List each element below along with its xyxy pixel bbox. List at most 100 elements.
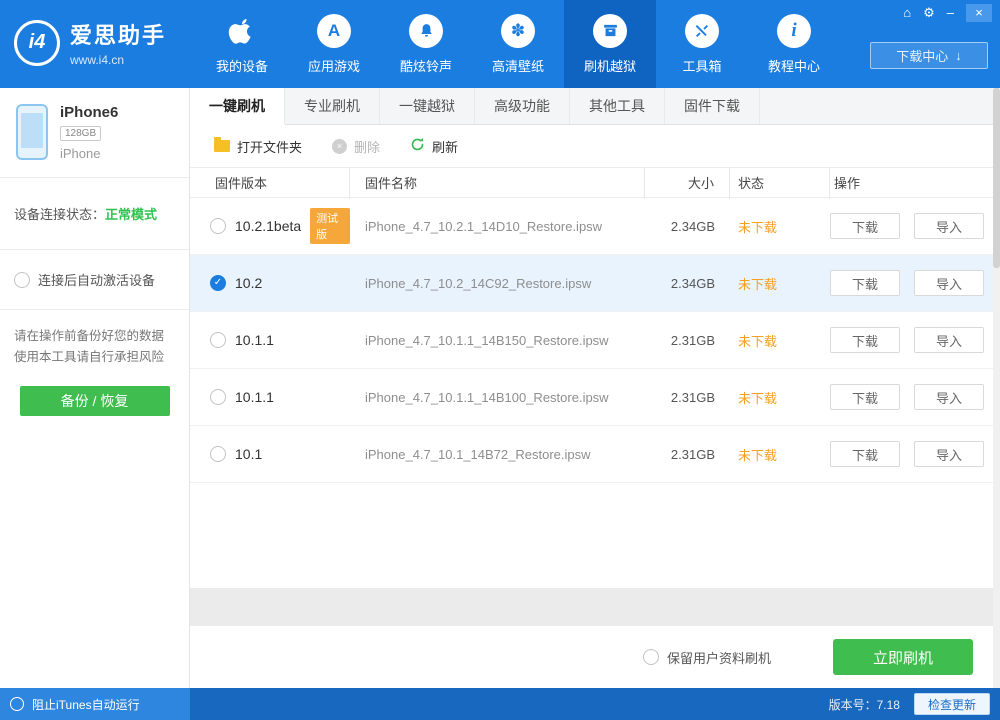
firmware-status: 未下载 [730, 274, 830, 293]
gear-icon[interactable]: ⚙ [923, 4, 935, 22]
firmware-radio[interactable] [210, 389, 226, 405]
backup-restore-button[interactable]: 备份 / 恢复 [20, 386, 170, 416]
nav-label: 应用游戏 [308, 56, 360, 75]
connection-status-section: 设备连接状态：正常模式 [0, 178, 189, 250]
firmware-version: 10.2 [235, 275, 262, 291]
window-controls: ⌂ ⚙ – × [903, 4, 992, 22]
connection-status-label: 设备连接状态： [14, 207, 105, 222]
import-button[interactable]: 导入 [914, 270, 984, 296]
firmware-version: 10.1.1 [235, 389, 274, 405]
delete-icon: × [332, 139, 347, 154]
firmware-version: 10.1 [235, 446, 262, 462]
nav-label: 我的设备 [216, 56, 268, 75]
device-name: iPhone6 [60, 104, 118, 121]
tab-bar: 一键刷机 专业刷机 一键越狱 高级功能 其他工具 固件下载 [190, 88, 1000, 125]
nav-apps-games[interactable]: A 应用游戏 [288, 0, 380, 88]
tab-one-click-flash[interactable]: 一键刷机 [190, 88, 285, 125]
backup-warning: 请在操作前备份好您的数据 使用本工具请自行承担风险 [0, 310, 189, 378]
delete-label: 删除 [354, 137, 380, 156]
col-firmware-version: 固件版本 [190, 168, 350, 199]
import-button[interactable]: 导入 [914, 213, 984, 239]
keep-user-data-option: 保留用户资料刷机 [643, 648, 771, 667]
block-itunes-option: 阻止iTunes自动运行 [0, 688, 190, 720]
warning-line-2: 使用本工具请自行承担风险 [14, 347, 175, 368]
table-row: 10.2.1beta 测试版 iPhone_4.7_10.2.1_14D10_R… [190, 198, 1000, 255]
download-button[interactable]: 下载 [830, 327, 900, 353]
tab-pro-flash[interactable]: 专业刷机 [285, 88, 380, 124]
download-button[interactable]: 下载 [830, 270, 900, 296]
device-info: iPhone6 128GB iPhone [0, 88, 189, 178]
flash-action-bar: 保留用户资料刷机 立即刷机 [190, 626, 1000, 688]
status-bar-right: 版本号：7.18 检查更新 [190, 688, 1000, 720]
open-folder-button[interactable]: 打开文件夹 [214, 137, 302, 156]
firmware-radio-checked[interactable]: ✓ [210, 275, 226, 291]
appstore-icon: A [317, 14, 351, 48]
firmware-status: 未下载 [730, 331, 830, 350]
toolbar: 打开文件夹 × 删除 刷新 [190, 125, 1000, 167]
firmware-name: iPhone_4.7_10.2.1_14D10_Restore.ipsw [350, 219, 645, 234]
nav-flash-jailbreak[interactable]: 刷机越狱 [564, 0, 656, 88]
nav-tutorials[interactable]: i 教程中心 [748, 0, 840, 88]
device-capacity-badge: 128GB [60, 126, 101, 141]
table-empty-area [190, 483, 1000, 588]
folder-icon [214, 140, 230, 152]
close-icon[interactable]: × [966, 4, 992, 22]
download-center-label: 下载中心 [896, 46, 948, 65]
firmware-name: iPhone_4.7_10.1.1_14B100_Restore.ipsw [350, 390, 645, 405]
tab-firmware-download[interactable]: 固件下载 [665, 88, 760, 124]
import-button[interactable]: 导入 [914, 384, 984, 410]
nav-toolbox[interactable]: 工具箱 [656, 0, 748, 88]
firmware-name: iPhone_4.7_10.1_14B72_Restore.ipsw [350, 447, 645, 462]
download-button[interactable]: 下载 [830, 441, 900, 467]
delete-button[interactable]: × 删除 [332, 137, 380, 156]
header: i4 爱思助手 www.i4.cn 我的设备 A 应用游戏 酷炫铃声 [0, 0, 1000, 88]
download-center-button[interactable]: 下载中心 ↓ [870, 42, 988, 69]
tools-icon [685, 14, 719, 48]
table-row: 10.1 iPhone_4.7_10.1_14B72_Restore.ipsw … [190, 426, 1000, 483]
nav-label: 工具箱 [682, 56, 721, 75]
tab-other-tools[interactable]: 其他工具 [570, 88, 665, 124]
iphone-icon [16, 104, 48, 160]
home-icon[interactable]: ⌂ [903, 4, 911, 22]
tab-one-click-jailbreak[interactable]: 一键越狱 [380, 88, 475, 124]
nav-ringtones[interactable]: 酷炫铃声 [380, 0, 472, 88]
scrollbar-thumb[interactable] [993, 88, 1000, 268]
refresh-button[interactable]: 刷新 [410, 137, 458, 156]
nav-my-devices[interactable]: 我的设备 [196, 0, 288, 88]
table-row: 10.1.1 iPhone_4.7_10.1.1_14B150_Restore.… [190, 312, 1000, 369]
separator-band [190, 588, 1000, 626]
flower-icon: ✽ [501, 14, 535, 48]
firmware-radio[interactable] [210, 332, 226, 348]
firmware-size: 2.31GB [645, 447, 730, 462]
firmware-size: 2.34GB [645, 219, 730, 234]
main-nav: 我的设备 A 应用游戏 酷炫铃声 ✽ 高清壁纸 刷机越狱 [196, 0, 840, 88]
col-operation: 操作 [830, 168, 1000, 199]
open-folder-label: 打开文件夹 [237, 137, 302, 156]
firmware-size: 2.31GB [645, 333, 730, 348]
firmware-name: iPhone_4.7_10.1.1_14B150_Restore.ipsw [350, 333, 645, 348]
flash-now-button[interactable]: 立即刷机 [833, 639, 973, 675]
tab-advanced-features[interactable]: 高级功能 [475, 88, 570, 124]
table-row-selected: ✓ 10.2 iPhone_4.7_10.2_14C92_Restore.ips… [190, 255, 1000, 312]
minimize-icon[interactable]: – [947, 4, 954, 22]
vertical-scrollbar[interactable] [993, 88, 1000, 688]
firmware-radio[interactable] [210, 218, 226, 234]
download-button[interactable]: 下载 [830, 213, 900, 239]
app-url: www.i4.cn [70, 53, 166, 67]
box-icon [593, 14, 627, 48]
keep-user-data-radio[interactable] [643, 649, 659, 665]
check-update-button[interactable]: 检查更新 [914, 693, 990, 715]
firmware-radio[interactable] [210, 446, 226, 462]
import-button[interactable]: 导入 [914, 441, 984, 467]
col-size: 大小 [645, 168, 730, 199]
download-button[interactable]: 下载 [830, 384, 900, 410]
auto-activate-row: 连接后自动激活设备 [0, 250, 189, 310]
nav-label: 刷机越狱 [584, 56, 636, 75]
col-firmware-name: 固件名称 [350, 168, 645, 199]
nav-wallpapers[interactable]: ✽ 高清壁纸 [472, 0, 564, 88]
import-button[interactable]: 导入 [914, 327, 984, 353]
auto-activate-label: 连接后自动激活设备 [38, 270, 155, 289]
block-itunes-radio[interactable] [10, 697, 24, 711]
firmware-status: 未下载 [730, 445, 830, 464]
auto-activate-radio[interactable] [14, 272, 30, 288]
